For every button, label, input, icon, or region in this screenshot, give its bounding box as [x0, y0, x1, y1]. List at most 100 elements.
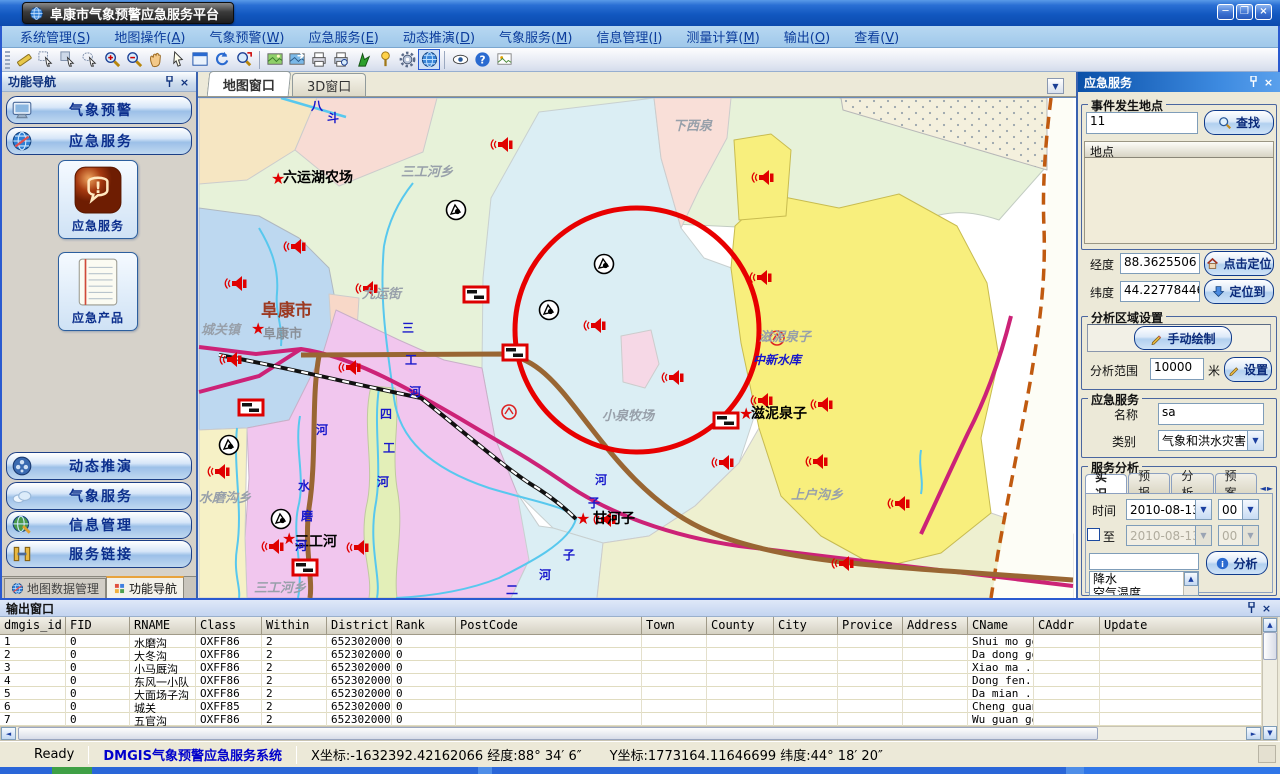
tab-list-dropdown-icon[interactable]: ▼	[1047, 78, 1064, 94]
latitude-input[interactable]: 44.22778446	[1120, 281, 1200, 302]
locate-pin-icon[interactable]	[374, 49, 396, 70]
sidebar-item-气象预警[interactable]: 气象预警	[6, 96, 192, 124]
service-name-input[interactable]: sa	[1158, 403, 1264, 425]
full-extent-icon[interactable]	[189, 49, 211, 70]
menu-item-E[interactable]: 应急服务(E)	[297, 25, 391, 48]
hour2-combo[interactable]: 00▼	[1218, 525, 1259, 546]
globe-icon[interactable]	[418, 49, 440, 70]
set-range-button[interactable]: 设置	[1224, 357, 1272, 382]
hour-combo[interactable]: 00▼	[1218, 499, 1259, 520]
table-row[interactable]: 40东风一小队OXFF8626523020000Dong fen...	[0, 674, 1262, 687]
print-icon[interactable]	[308, 49, 330, 70]
menu-item-W[interactable]: 气象预警(W)	[197, 25, 296, 48]
menu-item-M[interactable]: 测量计算(M)	[674, 25, 771, 48]
column-header-City[interactable]: City	[774, 617, 838, 635]
sidebar-item-信息管理[interactable]: 信息管理	[6, 511, 192, 539]
column-header-District[interactable]: District	[327, 617, 392, 635]
vscroll-thumb[interactable]	[1263, 632, 1277, 660]
应急服务-card-button[interactable]: !应急服务	[58, 160, 138, 239]
table-row[interactable]: 30小马厩沟OXFF8626523020000Xiao ma ...	[0, 661, 1262, 674]
column-header-CAddr[interactable]: CAddr	[1034, 617, 1100, 635]
map-image-icon[interactable]	[264, 49, 286, 70]
output-vscrollbar[interactable]: ▲ ▼	[1262, 617, 1278, 741]
scroll-down-icon[interactable]: ▼	[1263, 726, 1277, 740]
longitude-input[interactable]: 88.3625506	[1120, 253, 1200, 274]
image-export-icon[interactable]	[493, 49, 515, 70]
column-header-CName[interactable]: CName	[968, 617, 1034, 635]
output-hscrollbar[interactable]: ◄ ►	[0, 726, 1262, 741]
output-table[interactable]: dmgis_idFIDRNAMEClassWithinDistrictRankP…	[0, 617, 1262, 726]
measure-icon[interactable]	[13, 49, 35, 70]
sidebar-item-服务链接[interactable]: 服务链接	[6, 540, 192, 568]
table-row[interactable]: 60城关OXFF8526523020000Cheng guan	[0, 700, 1262, 713]
select-box-icon[interactable]	[35, 49, 57, 70]
column-header-dmgis_id[interactable]: dmgis_id	[0, 617, 66, 635]
menu-item-V[interactable]: 查看(V)	[842, 25, 911, 48]
column-header-FID[interactable]: FID	[66, 617, 130, 635]
table-row[interactable]: 10水磨沟OXFF8626523020000Shui mo gou	[0, 635, 1262, 648]
column-header-Class[interactable]: Class	[196, 617, 262, 635]
manual-draw-button[interactable]: 手动绘制	[1134, 326, 1232, 350]
analyze-button[interactable]: i 分析	[1206, 551, 1268, 575]
emergency-pin-icon[interactable]	[1246, 75, 1261, 89]
list-item[interactable]: 空气温度	[1090, 586, 1183, 596]
menu-item-S[interactable]: 系统管理(S)	[8, 25, 102, 48]
zoom-in-icon[interactable]	[101, 49, 123, 70]
restore-button[interactable]: ❐	[1236, 4, 1253, 20]
minimize-button[interactable]: ─	[1217, 4, 1234, 20]
date-combo[interactable]: 2010-08-13▼	[1126, 499, 1212, 520]
zoom-out-icon[interactable]	[123, 49, 145, 70]
list-item[interactable]: 降水	[1090, 572, 1183, 586]
locate-click-button[interactable]: 点击定位	[1204, 251, 1274, 276]
column-header-PostCode[interactable]: PostCode	[456, 617, 642, 635]
analysis-tab-分析[interactable]: 分析	[1171, 473, 1213, 493]
tab-地图数据管理[interactable]: 地图数据管理	[4, 578, 106, 598]
eye-icon[interactable]	[449, 49, 471, 70]
print-preview-icon[interactable]	[330, 49, 352, 70]
close-button[interactable]: ×	[1255, 4, 1272, 20]
sidebar-item-应急服务[interactable]: 应急服务	[6, 127, 192, 155]
range-input[interactable]: 10000	[1150, 358, 1204, 380]
nav-close-icon[interactable]: ×	[177, 75, 192, 89]
column-header-Address[interactable]: Address	[903, 617, 968, 635]
location-search-input[interactable]: 11	[1086, 112, 1198, 134]
table-row[interactable]: 50大面场子沟OXFF8626523020000Da mian ...	[0, 687, 1262, 700]
menu-item-D[interactable]: 动态推演(D)	[391, 25, 487, 48]
tab-功能导航[interactable]: 功能导航	[106, 576, 184, 598]
tab-scroll-right-icon[interactable]: ►	[1267, 484, 1273, 493]
select-cursor-icon[interactable]	[57, 49, 79, 70]
output-close-icon[interactable]: ×	[1259, 601, 1274, 615]
output-pin-icon[interactable]	[1244, 601, 1259, 615]
table-row[interactable]: 70五官沟OXFF8626523020000Wu guan gou	[0, 713, 1262, 726]
toolbar-grip[interactable]	[5, 51, 10, 69]
column-header-Within[interactable]: Within	[262, 617, 327, 635]
help-icon[interactable]: ?	[471, 49, 493, 70]
tab-地图窗口[interactable]: 地图窗口	[207, 71, 292, 96]
date2-combo[interactable]: 2010-08-13▼	[1126, 525, 1212, 546]
map-export-icon[interactable]	[286, 49, 308, 70]
column-header-Provice[interactable]: Provice	[838, 617, 903, 635]
column-header-RNAME[interactable]: RNAME	[130, 617, 196, 635]
scroll-up-icon[interactable]: ▲	[1184, 572, 1198, 586]
hscroll-thumb[interactable]	[18, 727, 1098, 740]
zoom-window-icon[interactable]	[233, 49, 255, 70]
menu-item-O[interactable]: 输出(O)	[772, 25, 842, 48]
find-button[interactable]: 查找	[1204, 110, 1274, 135]
element-list-scrollbar[interactable]: ▲	[1183, 572, 1198, 595]
pan-hand-icon[interactable]	[145, 49, 167, 70]
select-lasso-icon[interactable]	[79, 49, 101, 70]
应急产品-card-button[interactable]: 应急产品	[58, 252, 138, 331]
table-row[interactable]: 20大冬沟OXFF8626523020000Da dong gou	[0, 648, 1262, 661]
to-checkbox[interactable]	[1087, 528, 1100, 541]
pointer-icon[interactable]	[167, 49, 189, 70]
analysis-tab-预报[interactable]: 预报	[1128, 473, 1170, 493]
refresh-icon[interactable]	[211, 49, 233, 70]
menu-item-A[interactable]: 地图操作(A)	[102, 25, 197, 48]
scroll-up-icon[interactable]: ▲	[1263, 618, 1277, 632]
scroll-right-icon[interactable]: ►	[1246, 727, 1261, 740]
tab-3D窗口[interactable]: 3D窗口	[292, 73, 366, 96]
menu-item-I[interactable]: 信息管理(I)	[584, 25, 674, 48]
resize-grip[interactable]	[1258, 745, 1276, 763]
service-type-combo[interactable]: 气象和洪水灾害▼	[1158, 430, 1264, 451]
scroll-left-icon[interactable]: ◄	[1, 727, 16, 740]
